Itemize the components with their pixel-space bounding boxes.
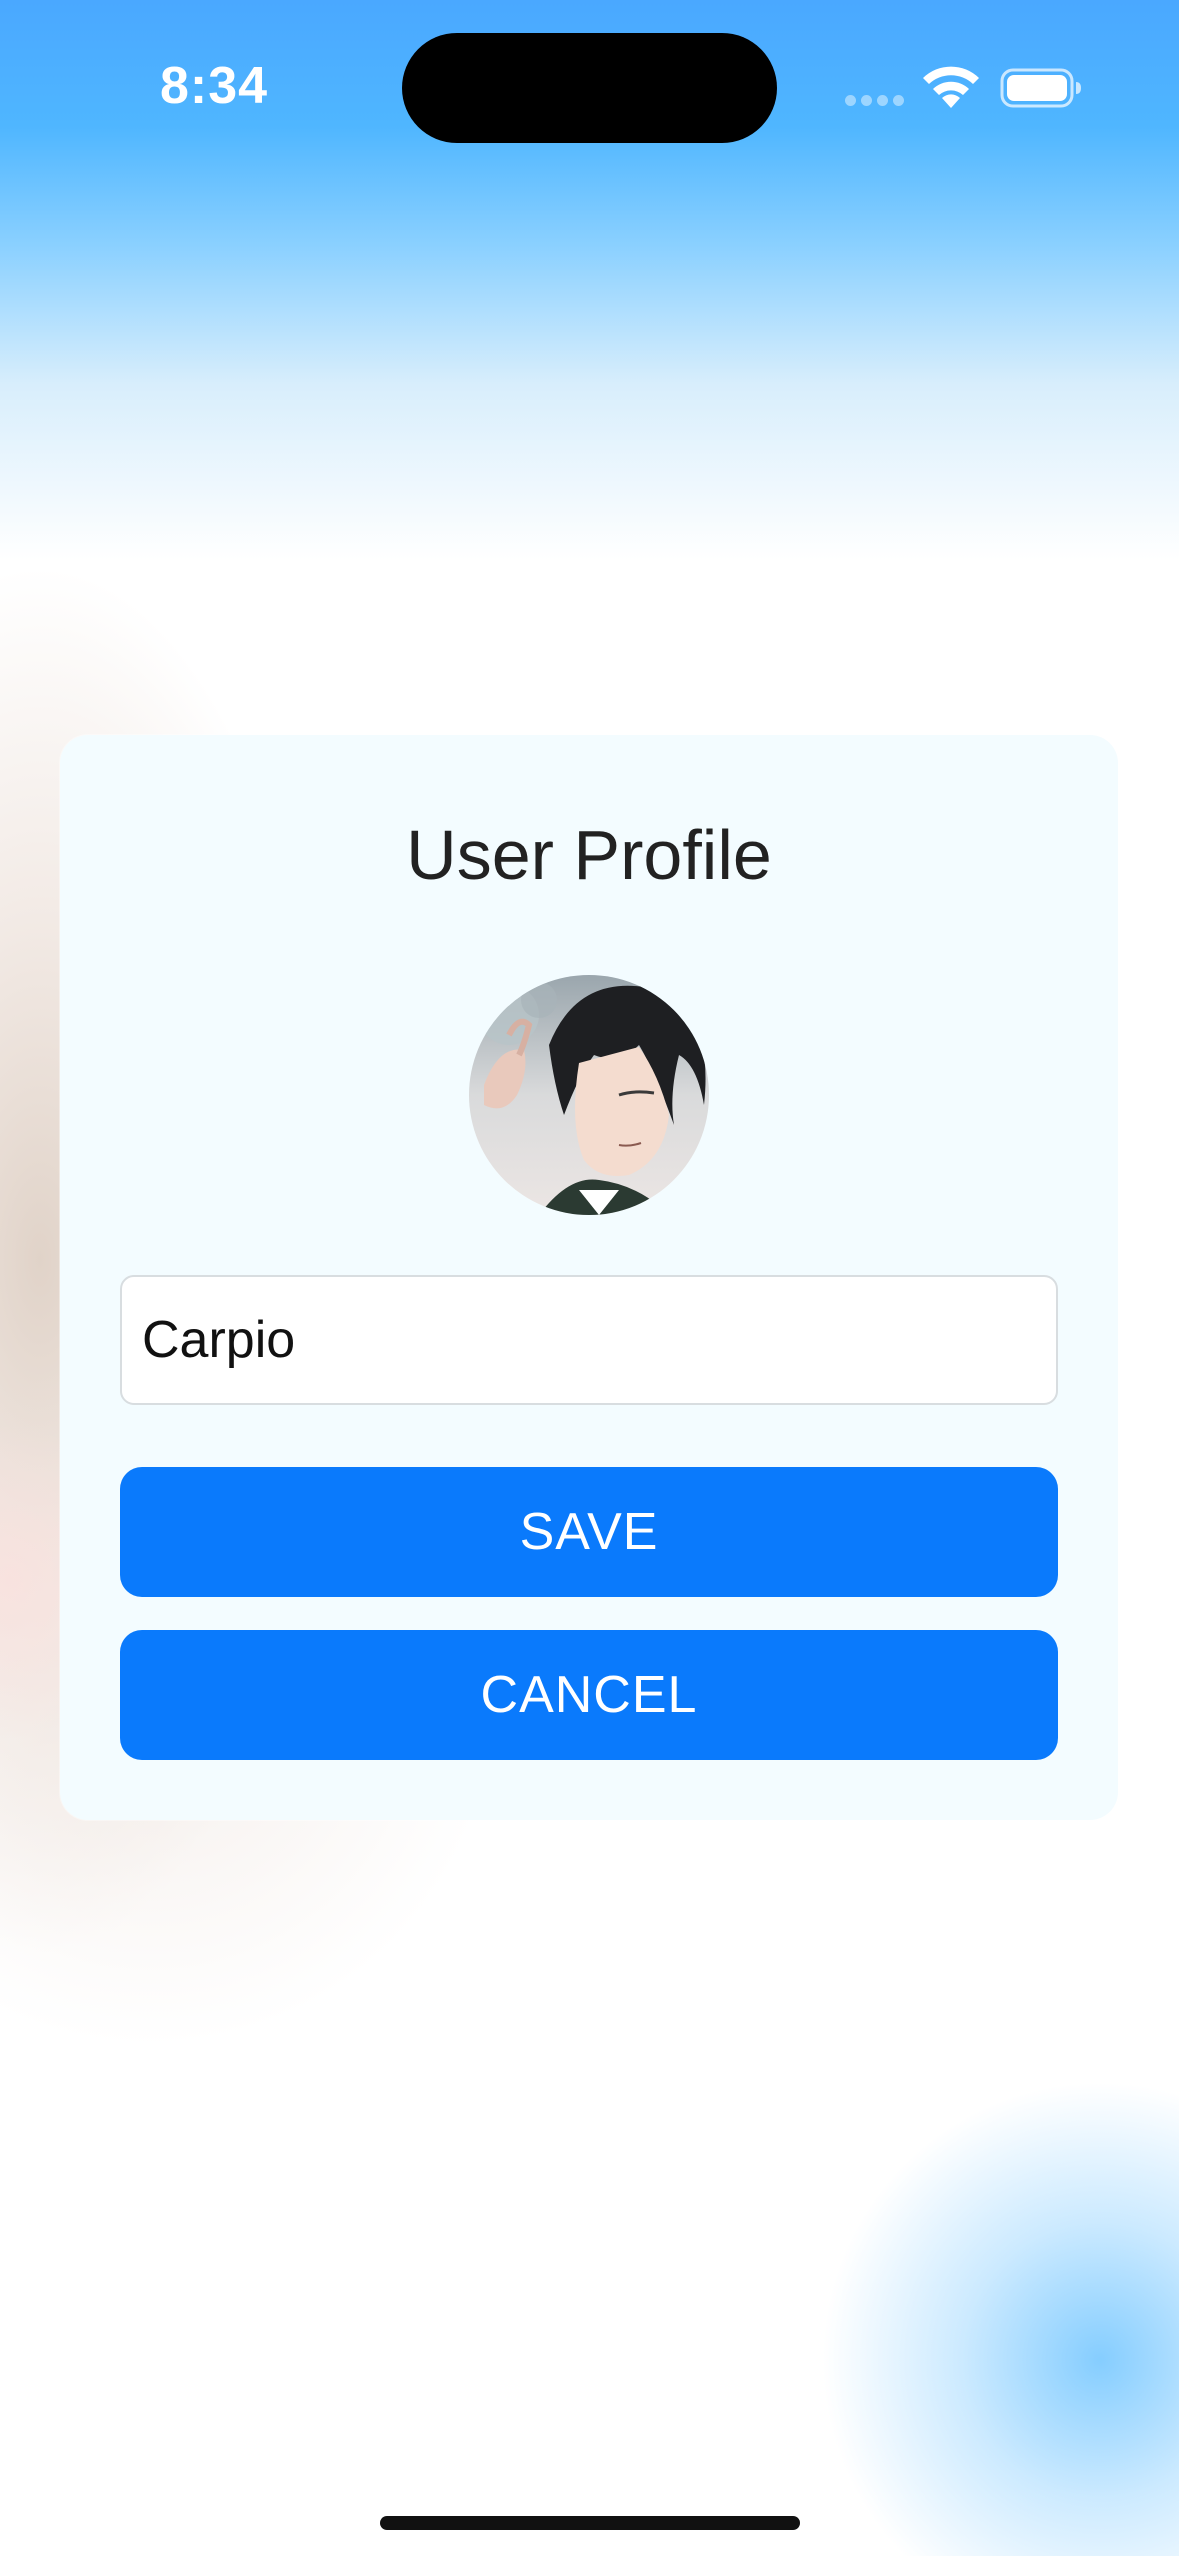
status-time: 8:34 [160,57,269,115]
avatar-image [469,975,709,1215]
home-indicator[interactable] [380,2516,800,2530]
page-title: User Profile [406,816,772,894]
wallpaper-blob [820,2080,1179,2556]
save-button[interactable]: SAVE [120,1467,1058,1597]
cancel-button[interactable]: CANCEL [120,1630,1058,1760]
wifi-icon [923,66,979,108]
app-screen: 8:34 User Profile Carpio SAVE CANCEL [0,0,1179,2556]
status-bar: 8:34 [0,0,1179,170]
profile-card: User Profile Carpio SAVE CANCEL [60,735,1118,1820]
avatar[interactable] [469,975,709,1215]
cellular-dots-icon [845,95,905,107]
dynamic-island [402,33,777,143]
battery-icon [1000,68,1081,108]
name-input[interactable] [120,1275,1058,1405]
